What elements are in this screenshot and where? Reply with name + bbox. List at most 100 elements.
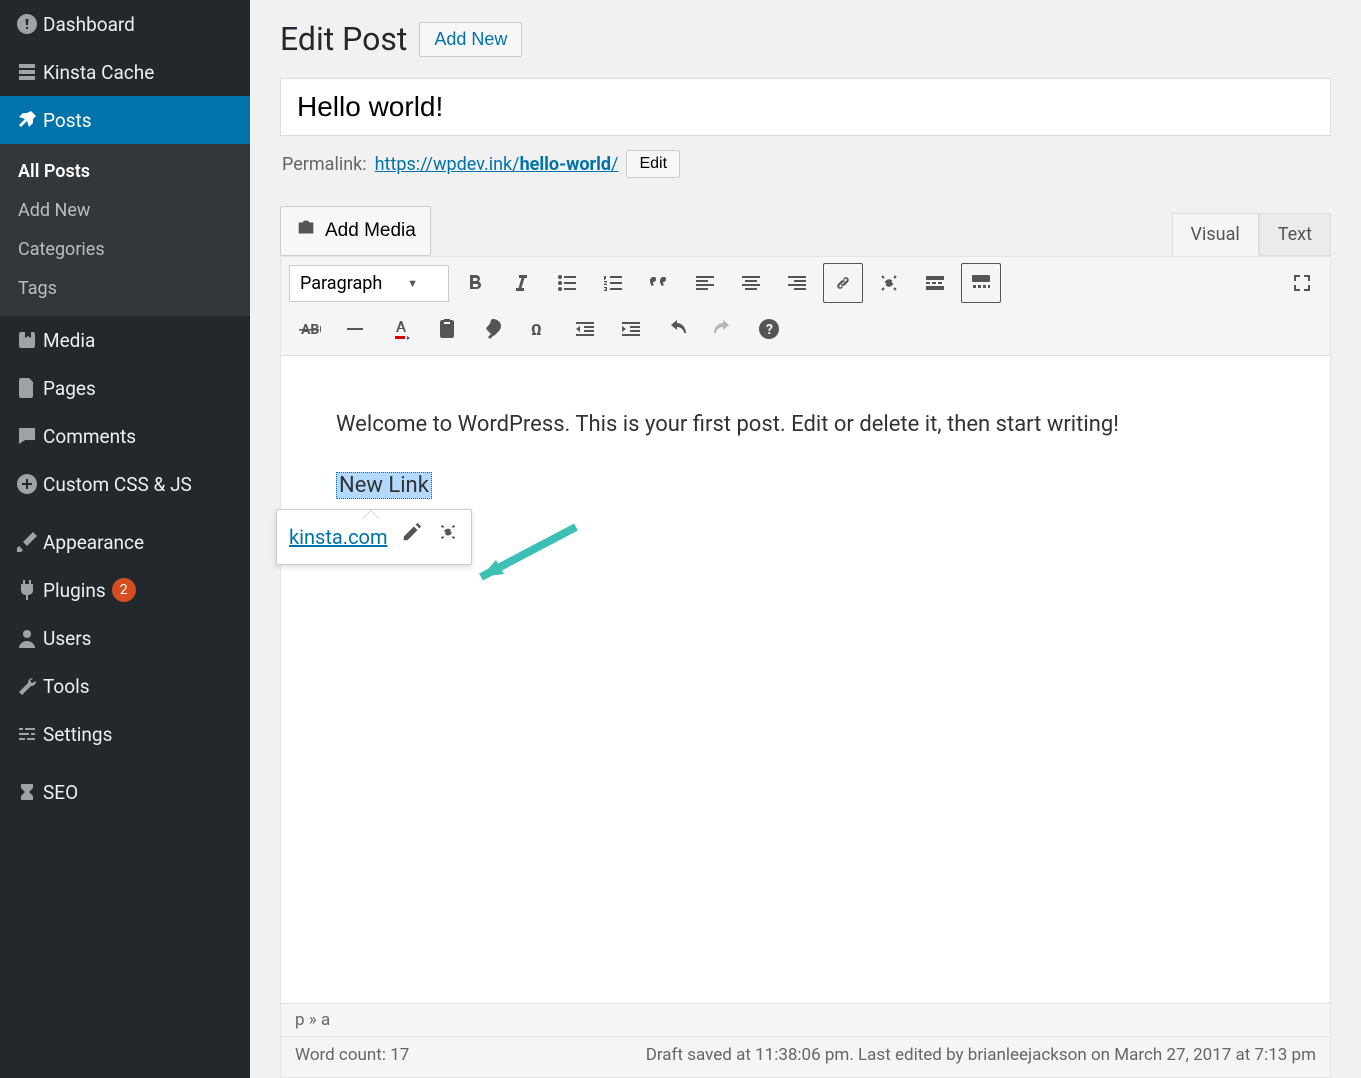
sidebar-item-custom-css-js[interactable]: Custom CSS & JS [0,460,250,508]
align-right-button[interactable] [777,263,817,303]
main-content: Edit Post Add New Permalink: https://wpd… [250,0,1361,1078]
sliders-icon [15,722,43,746]
annotation-arrow [466,522,586,592]
sidebar-item-settings[interactable]: Settings [0,710,250,758]
indent-button[interactable] [611,309,651,349]
sidebar-item-label: Settings [43,723,112,746]
unlink-button[interactable] [869,263,909,303]
special-char-button[interactable]: Ω [519,309,559,349]
fullscreen-button[interactable] [1282,263,1322,303]
post-title-input[interactable] [280,78,1331,136]
sidebar-item-seo[interactable]: SEO [0,768,250,816]
permalink-label: Permalink: [282,154,367,175]
format-select[interactable]: Paragraph [289,265,449,302]
submenu-tags[interactable]: Tags [0,269,250,308]
wrench-icon [15,674,43,698]
content-paragraph: Welcome to WordPress. This is your first… [336,406,1275,443]
text-color-button[interactable] [381,309,421,349]
selected-link-text[interactable]: New Link [336,472,432,499]
sidebar-item-appearance[interactable]: Appearance [0,518,250,566]
word-count: Word count: 17 [295,1045,465,1065]
link-url[interactable]: kinsta.com [289,520,387,554]
pages-icon [15,376,43,400]
seo-icon [15,780,43,804]
pin-icon [15,108,43,132]
editor-toolbar: Paragraph ABC Ω [281,257,1330,356]
permalink-link[interactable]: https://wpdev.ink/hello-world/ [375,154,619,175]
sidebar-item-label: Custom CSS & JS [43,473,192,496]
admin-sidebar: Dashboard Kinsta Cache Posts All Posts A… [0,0,250,1078]
sidebar-item-label: Posts [43,109,92,132]
clear-format-button[interactable] [473,309,513,349]
editor-content[interactable]: Welcome to WordPress. This is your first… [281,356,1330,1003]
submenu-categories[interactable]: Categories [0,230,250,269]
page-title: Edit Post [280,20,407,58]
align-center-button[interactable] [731,263,771,303]
posts-submenu: All Posts Add New Categories Tags [0,144,250,316]
permalink-row: Permalink: https://wpdev.ink/hello-world… [282,150,1329,178]
sidebar-item-label: Dashboard [43,13,135,36]
element-path: p » a [281,1004,1330,1037]
horizontal-rule-button[interactable] [335,309,375,349]
sidebar-item-comments[interactable]: Comments [0,412,250,460]
sidebar-item-tools[interactable]: Tools [0,662,250,710]
sidebar-item-posts[interactable]: Posts [0,96,250,144]
redo-button[interactable] [703,309,743,349]
sidebar-item-label: Pages [43,377,96,400]
tab-visual[interactable]: Visual [1172,213,1259,256]
numbered-list-button[interactable] [593,263,633,303]
bold-button[interactable] [455,263,495,303]
add-media-label: Add Media [325,220,416,242]
undo-button[interactable] [657,309,697,349]
sidebar-item-label: Media [43,329,95,352]
italic-button[interactable] [501,263,541,303]
link-inline-toolbar: kinsta.com [276,509,472,564]
sidebar-item-media[interactable]: Media [0,316,250,364]
editor-tabs: Visual Text [1172,213,1331,256]
camera-music-icon [295,217,317,245]
sidebar-item-label: Comments [43,425,136,448]
svg-text:Ω: Ω [531,320,542,339]
strikethrough-button[interactable]: ABC [289,309,329,349]
sidebar-item-pages[interactable]: Pages [0,364,250,412]
link-button[interactable] [823,263,863,303]
tab-text[interactable]: Text [1259,213,1331,256]
outdent-button[interactable] [565,309,605,349]
sidebar-item-label: SEO [43,781,78,804]
edit-permalink-button[interactable]: Edit [626,150,680,178]
blockquote-button[interactable] [639,263,679,303]
bullet-list-button[interactable] [547,263,587,303]
remove-link-button[interactable] [437,518,459,555]
sidebar-item-users[interactable]: Users [0,614,250,662]
paste-text-button[interactable] [427,309,467,349]
sidebar-item-dashboard[interactable]: Dashboard [0,0,250,48]
sidebar-item-label: Tools [43,675,90,698]
sidebar-item-plugins[interactable]: Plugins 2 [0,566,250,614]
user-icon [15,626,43,650]
sidebar-item-label: Plugins [43,579,106,602]
plug-icon [15,578,43,602]
submenu-add-new[interactable]: Add New [0,191,250,230]
brush-icon [15,530,43,554]
sidebar-item-label: Appearance [43,531,144,554]
svg-text:?: ? [766,322,773,338]
add-media-button[interactable]: Add Media [280,206,431,256]
read-more-button[interactable] [915,263,955,303]
comment-icon [15,424,43,448]
plus-circle-icon [15,472,43,496]
edit-link-button[interactable] [401,518,423,555]
update-badge: 2 [112,578,136,602]
submenu-all-posts[interactable]: All Posts [0,152,250,191]
editor-status-bar: p » a Word count: 17 Draft saved at 11:3… [281,1003,1330,1077]
page-header: Edit Post Add New [280,20,1331,58]
editor-box: Paragraph ABC Ω [280,256,1331,1078]
media-icon [15,328,43,352]
save-status: Draft saved at 11:38:06 pm. Last edited … [465,1045,1316,1065]
align-left-button[interactable] [685,263,725,303]
dashboard-icon [15,12,43,36]
add-new-button[interactable]: Add New [419,22,522,57]
help-button[interactable]: ? [749,309,789,349]
toolbar-toggle-button[interactable] [961,263,1001,303]
sidebar-item-kinsta-cache[interactable]: Kinsta Cache [0,48,250,96]
sidebar-item-label: Users [43,627,91,650]
